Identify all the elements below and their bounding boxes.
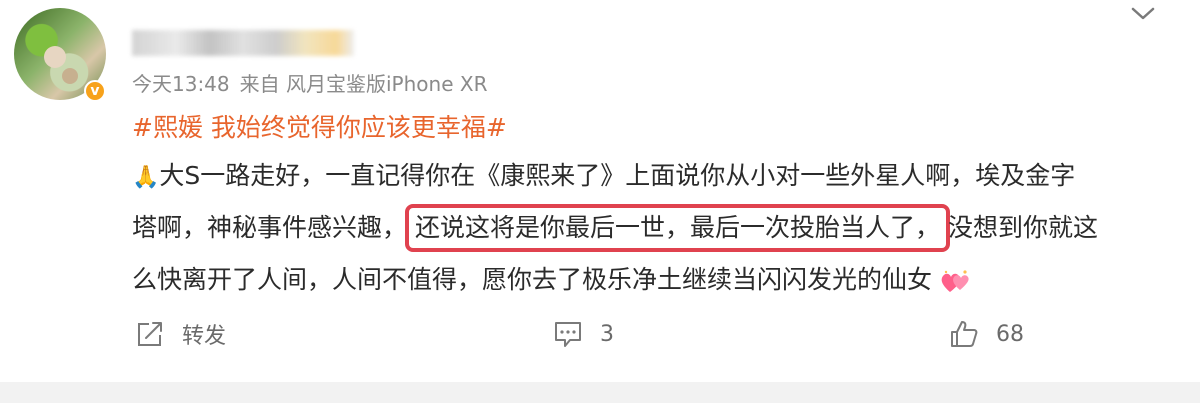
post-time: 今天13:48: [132, 72, 230, 96]
hearts-emoji-icon: [941, 270, 969, 292]
content-text: 么快离开了人间，人间不值得，愿你去了极乐净土继续当闪闪发光的仙女: [132, 265, 933, 294]
topic-link[interactable]: #熙媛 我始终觉得你应该更幸福#: [132, 108, 507, 144]
chevron-down-icon[interactable]: [1128, 4, 1158, 24]
comment-count: 3: [600, 321, 614, 347]
post-source: 来自 风月宝鉴版iPhone XR: [239, 72, 488, 96]
comment-icon: [555, 322, 581, 347]
verified-badge-icon: v: [84, 80, 106, 102]
post-content: 🙏大S一路走好，一直记得你在《康熙来了》上面说你从小对一些外星人啊，埃及金字 塔…: [132, 150, 1152, 306]
content-text: 塔啊，神秘事件感兴趣，: [132, 213, 408, 242]
username-blurred[interactable]: [132, 30, 354, 56]
repost-button[interactable]: 转发: [134, 318, 226, 350]
content-line: 🙏大S一路走好，一直记得你在《康熙来了》上面说你从小对一些外星人啊，埃及金字: [132, 150, 1152, 202]
comment-button[interactable]: 3: [552, 318, 614, 350]
avatar-detail: [44, 46, 66, 68]
avatar-detail: [62, 68, 78, 84]
repost-label: 转发: [182, 324, 227, 349]
post-separator: [0, 382, 1200, 403]
content-text: 大S一路走好，一直记得你在《康熙来了》上面说你从小对一些外星人啊，埃及金字: [159, 161, 1076, 190]
post-meta: 今天13:48 来自 风月宝鉴版iPhone XR: [132, 68, 497, 97]
pray-emoji-icon: 🙏: [132, 165, 160, 190]
repost-icon: [138, 322, 162, 346]
like-button[interactable]: 68: [948, 318, 1024, 350]
content-line: 么快离开了人间，人间不值得，愿你去了极乐净土继续当闪闪发光的仙女: [132, 254, 1152, 306]
like-icon: [951, 321, 978, 347]
like-count: 68: [996, 321, 1024, 347]
highlighted-text: 还说这将是你最后一世，最后一次投胎当人了，: [405, 204, 951, 252]
content-text: 没想到你就这: [948, 213, 1099, 242]
action-bar: 转发 3 68: [0, 318, 1200, 358]
content-line: 塔啊，神秘事件感兴趣， 还说这将是你最后一世，最后一次投胎当人了， 没想到你就这: [132, 202, 1152, 254]
